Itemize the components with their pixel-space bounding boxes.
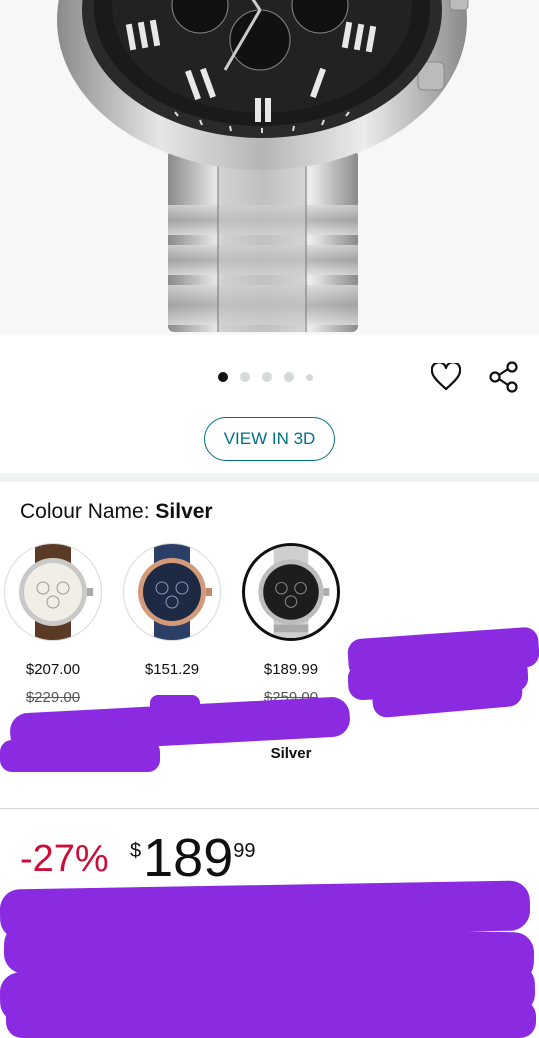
share-button[interactable] (486, 359, 522, 395)
swatch-price: $151.29 (144, 661, 200, 678)
swatch-image[interactable] (242, 543, 340, 641)
view-in-3d-button[interactable]: VIEW IN 3D (204, 417, 335, 461)
colour-swatch[interactable]: $151.29 (122, 543, 242, 678)
price-whole: 189 (143, 828, 234, 888)
colour-swatch[interactable]: $207.00 $229.00 (3, 543, 123, 706)
heart-icon (431, 363, 461, 391)
price-currency-symbol: $ (130, 840, 142, 862)
carousel-dot[interactable] (284, 372, 294, 382)
image-actions-row (0, 335, 539, 417)
redaction-mark (150, 695, 200, 717)
swatch-price: $189.99 (263, 661, 319, 678)
swatch-list-price: $229.00 (25, 689, 81, 706)
colour-selected-value: Silver (155, 500, 213, 523)
swatch-image[interactable] (4, 543, 102, 641)
product-image[interactable] (0, 0, 539, 335)
watch-thumbnail-icon (138, 544, 212, 640)
discount-percentage: -27% (20, 838, 109, 880)
price-fraction: 99 (233, 840, 256, 862)
watch-thumbnail-icon (19, 544, 93, 640)
favourite-button[interactable] (428, 359, 464, 395)
redaction-mark (0, 740, 160, 772)
swatch-image[interactable] (123, 543, 221, 641)
section-divider (0, 808, 539, 809)
swatch-price: $207.00 (25, 661, 81, 678)
colour-name-label: Colour Name: Silver (20, 500, 213, 524)
carousel-dot[interactable] (306, 373, 313, 381)
share-icon (489, 361, 518, 393)
colour-label-prefix: Colour Name: (20, 500, 156, 523)
carousel-dots[interactable] (218, 372, 325, 382)
watch-thumbnail-icon (258, 546, 330, 638)
redaction-mark (6, 1000, 536, 1038)
carousel-dot-active[interactable] (218, 372, 228, 382)
watch-illustration (57, 0, 469, 332)
swatch-colour-name: Silver (270, 745, 312, 762)
colour-swatch-selected[interactable]: $189.99 $259.00 Silver (241, 543, 361, 762)
carousel-dot[interactable] (240, 372, 250, 382)
current-price: $ 189 99 (130, 830, 255, 886)
section-divider (0, 473, 539, 482)
carousel-dot[interactable] (262, 372, 272, 382)
